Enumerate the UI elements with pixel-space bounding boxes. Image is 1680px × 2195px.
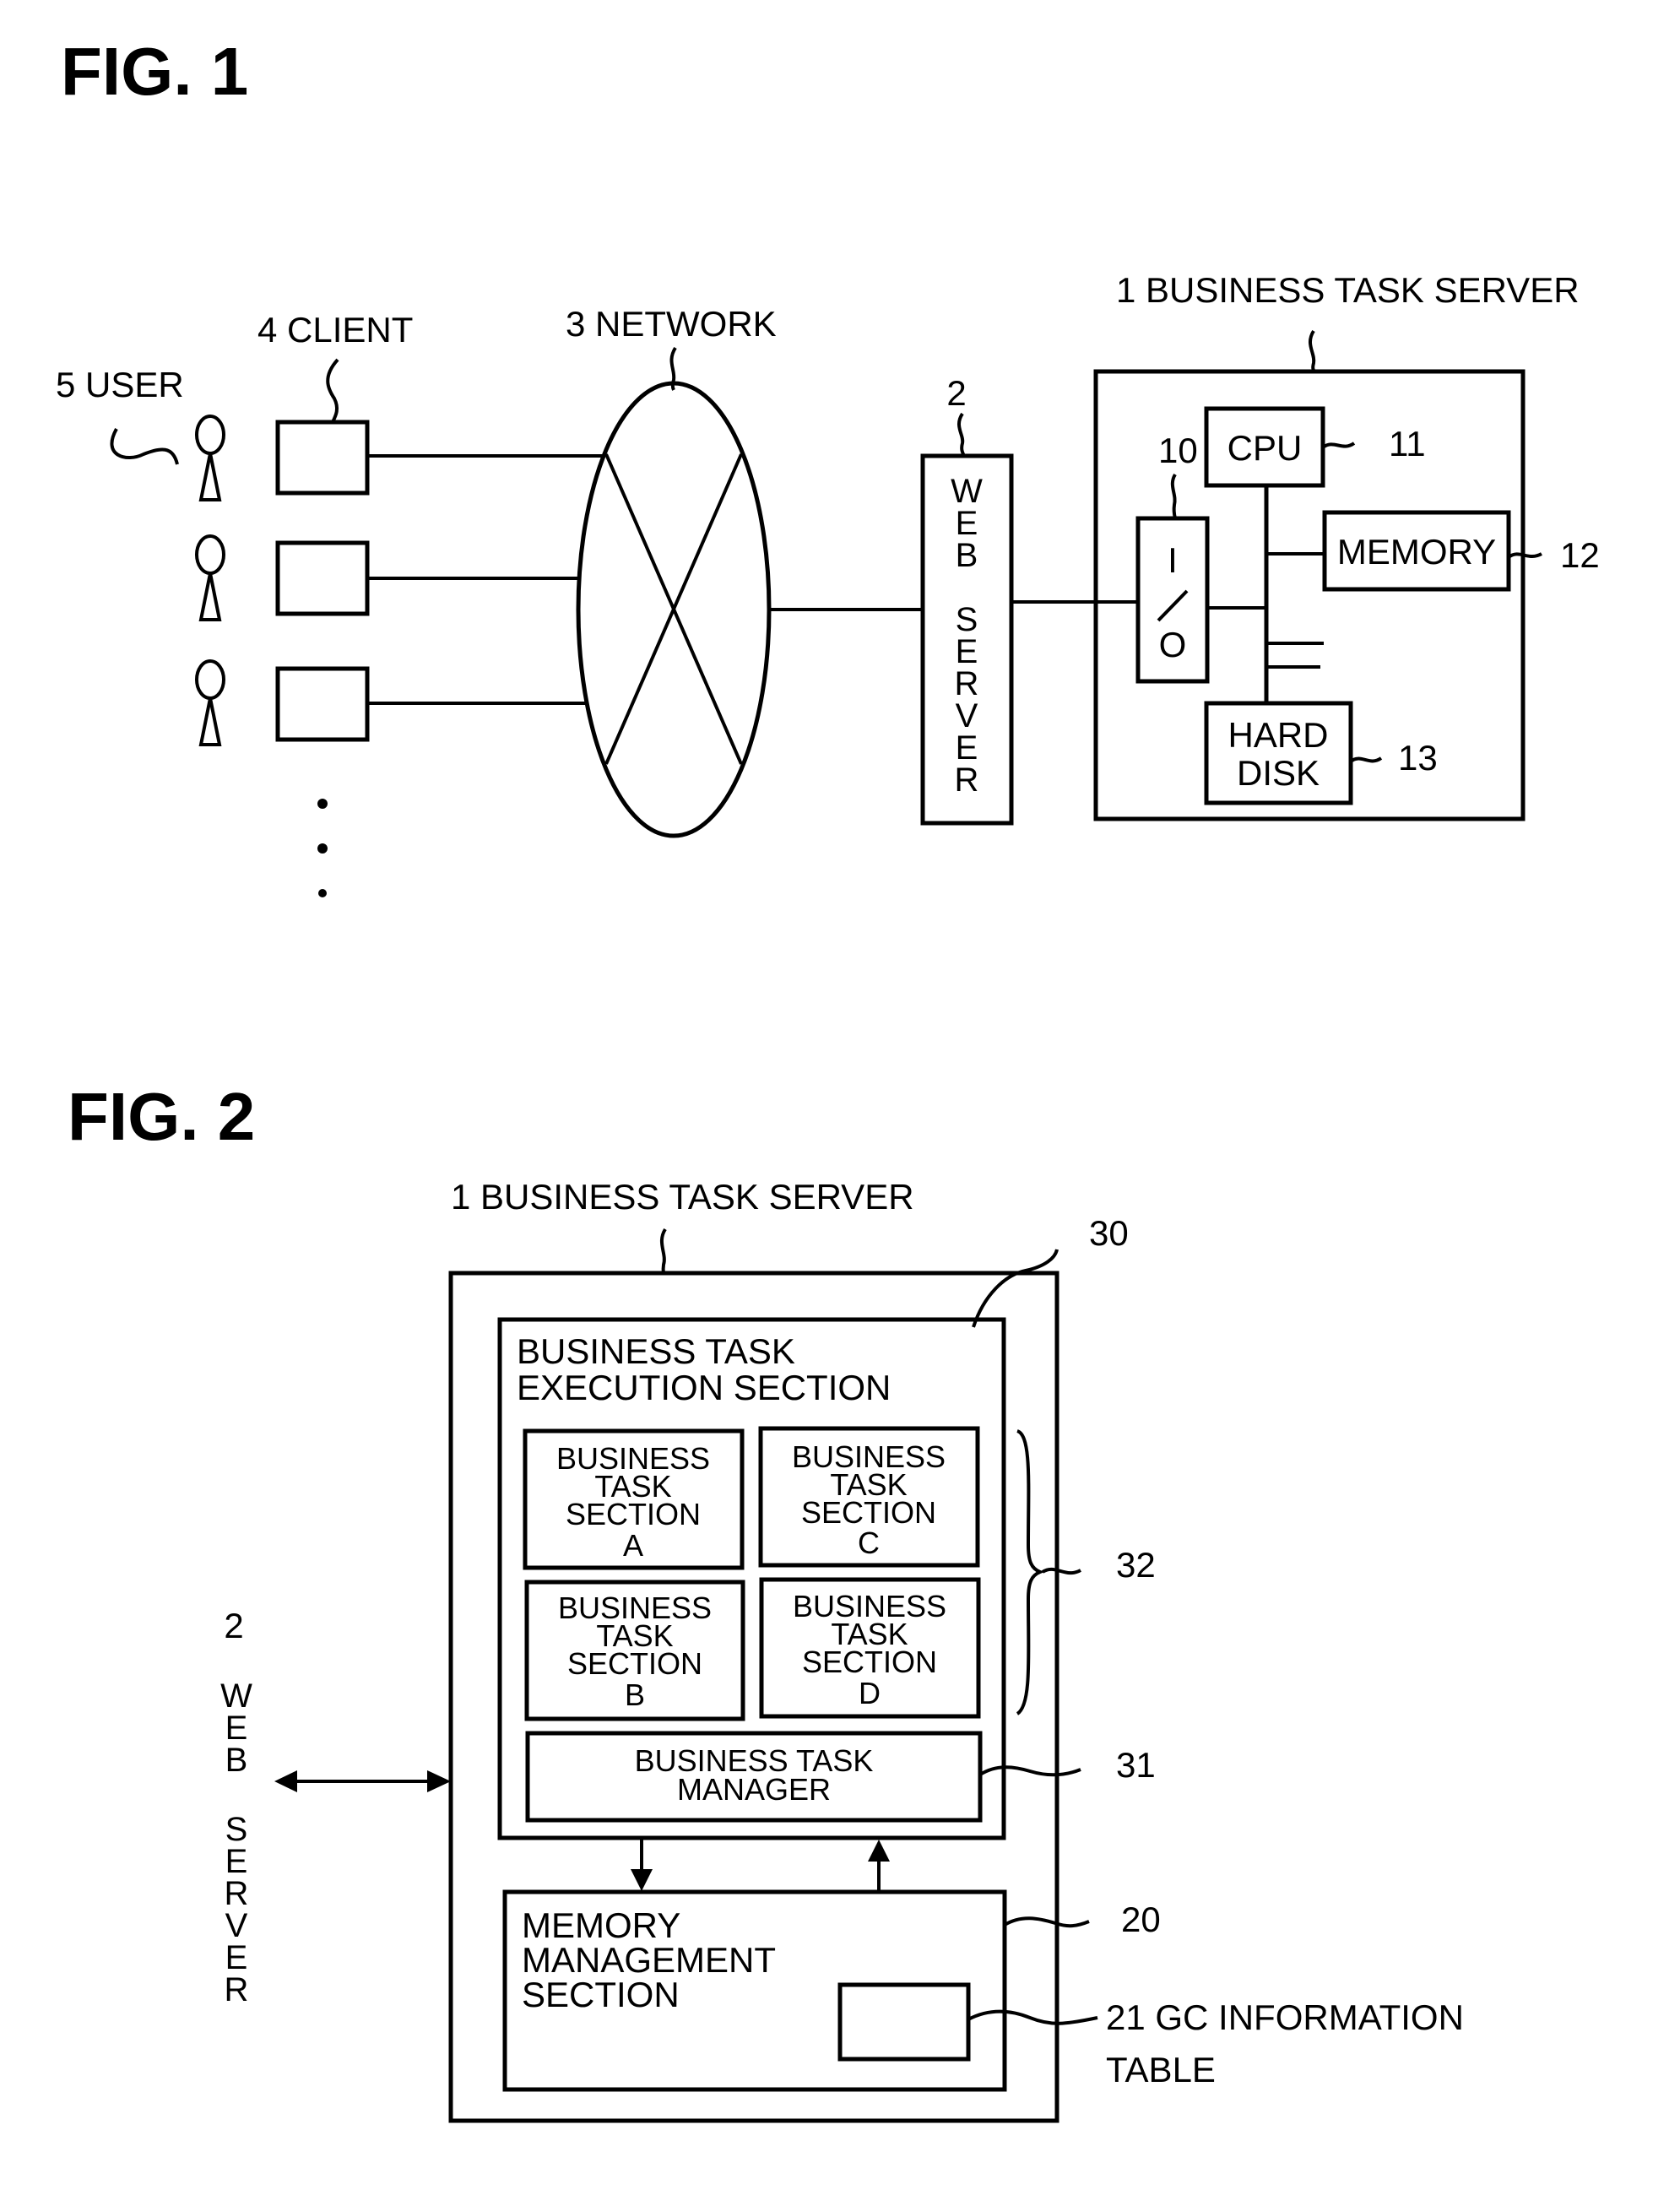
svg-text:O: O bbox=[1159, 625, 1187, 664]
user-icon bbox=[195, 659, 225, 746]
figure-1: FIG. 1 5 USER 4 CLIENT 3 NETWORK 2 W E B… bbox=[56, 34, 1600, 897]
business-task-manager-leader-line bbox=[978, 1765, 1081, 1777]
gc-information-table-box bbox=[837, 1982, 971, 2062]
hard-disk-ref: 13 bbox=[1398, 738, 1438, 778]
user-label: 5 USER bbox=[56, 365, 184, 404]
io-ref: 10 bbox=[1158, 431, 1198, 470]
svg-text:R: R bbox=[225, 1971, 249, 2008]
svg-text:R: R bbox=[955, 761, 979, 799]
task-section-d: BUSINESS TASK SECTION D bbox=[759, 1577, 981, 1719]
web-server-leader-line bbox=[957, 412, 966, 457]
gc-information-table-label-line2: TABLE bbox=[1106, 2050, 1216, 2089]
fig2-title: FIG. 2 bbox=[68, 1079, 255, 1154]
memory-ref: 12 bbox=[1560, 535, 1600, 575]
client-box bbox=[275, 540, 370, 616]
hard-disk-label-line2: DISK bbox=[1237, 753, 1320, 793]
business-task-server-label: 1 BUSINESS TASK SERVER bbox=[451, 1177, 914, 1217]
execution-section-label-line1: BUSINESS TASK bbox=[517, 1331, 795, 1371]
cpu-leader-line bbox=[1321, 442, 1356, 449]
more-clients-ellipsis bbox=[317, 799, 328, 897]
client-leader-line bbox=[326, 358, 339, 423]
task-section-a: BUSINESS TASK SECTION A bbox=[523, 1428, 745, 1570]
up-arrow bbox=[868, 1840, 890, 1893]
execution-section-label-line2: EXECUTION SECTION bbox=[517, 1368, 891, 1407]
cpu-ref: 11 bbox=[1389, 424, 1426, 463]
network-icon bbox=[576, 381, 772, 838]
memory-management-label-line3: SECTION bbox=[522, 1975, 680, 2014]
user-icon bbox=[195, 415, 225, 501]
web-server-label: W E B S E R V E R bbox=[951, 473, 983, 799]
memory-leader-line bbox=[1507, 552, 1542, 559]
svg-text:B: B bbox=[225, 1742, 248, 1779]
user-leader-line bbox=[110, 428, 179, 465]
memory-management-label-line1: MEMORY bbox=[522, 1905, 680, 1945]
hard-disk-leader-line bbox=[1349, 756, 1383, 763]
cpu-label: CPU bbox=[1227, 428, 1303, 468]
task-section-c: BUSINESS TASK SECTION C bbox=[758, 1426, 980, 1568]
business-task-manager-ref: 31 bbox=[1116, 1745, 1156, 1785]
gc-information-table-label-line1: 21 GC INFORMATION bbox=[1106, 1997, 1464, 2037]
fig1-title: FIG. 1 bbox=[61, 34, 248, 109]
business-task-server-leader-line bbox=[1309, 329, 1316, 372]
io-label: I O bbox=[1157, 540, 1189, 664]
svg-text:SECTION: SECTION bbox=[566, 1497, 701, 1531]
svg-text:C: C bbox=[858, 1526, 880, 1560]
web-server-ref: 2 bbox=[946, 373, 966, 413]
client-box bbox=[275, 666, 370, 742]
svg-text:I: I bbox=[1168, 540, 1178, 580]
network-label: 3 NETWORK bbox=[566, 304, 777, 344]
task-section-b: BUSINESS TASK SECTION B bbox=[524, 1580, 745, 1721]
figure-2: FIG. 2 1 BUSINESS TASK SERVER 2 W E B S … bbox=[68, 1079, 1464, 2123]
svg-text:D: D bbox=[859, 1676, 881, 1710]
svg-text:SECTION: SECTION bbox=[567, 1646, 702, 1681]
svg-text:SECTION: SECTION bbox=[801, 1495, 936, 1530]
task-sections-brace bbox=[1016, 1429, 1045, 1715]
task-sections-leader-line bbox=[1041, 1567, 1081, 1575]
business-task-manager-label-line2: MANAGER bbox=[677, 1772, 831, 1807]
execution-section-ref: 30 bbox=[1089, 1213, 1129, 1253]
svg-text:B: B bbox=[625, 1677, 645, 1712]
client-label: 4 CLIENT bbox=[257, 310, 413, 350]
task-sections-ref: 32 bbox=[1116, 1545, 1156, 1585]
business-task-server-leader-line bbox=[660, 1228, 667, 1276]
web-server-label: W E B S E R V E R bbox=[220, 1677, 252, 2008]
business-task-server-label: 1 BUSINESS TASK SERVER bbox=[1116, 270, 1580, 310]
memory-management-ref: 20 bbox=[1121, 1900, 1161, 1939]
execution-section-leader-line bbox=[972, 1249, 1059, 1328]
memory-management-leader-line bbox=[1003, 1916, 1090, 1928]
web-server-ref: 2 bbox=[224, 1606, 243, 1645]
patent-drawing: FIG. 1 5 USER 4 CLIENT 3 NETWORK 2 W E B… bbox=[56, 34, 1600, 2123]
down-arrow bbox=[631, 1838, 653, 1891]
svg-text:B: B bbox=[956, 537, 978, 574]
io-leader-line bbox=[1170, 473, 1177, 519]
client-box bbox=[275, 420, 370, 496]
bidirectional-arrow bbox=[274, 1770, 451, 1792]
gc-information-table-leader-line bbox=[967, 2009, 1098, 2025]
memory-label: MEMORY bbox=[1337, 532, 1496, 572]
svg-text:SECTION: SECTION bbox=[802, 1645, 937, 1679]
user-icon bbox=[195, 534, 225, 621]
io-slash bbox=[1157, 589, 1189, 622]
svg-text:A: A bbox=[623, 1528, 643, 1563]
memory-management-label-line2: MANAGEMENT bbox=[522, 1940, 776, 1980]
hard-disk-label-line1: HARD bbox=[1227, 715, 1328, 755]
